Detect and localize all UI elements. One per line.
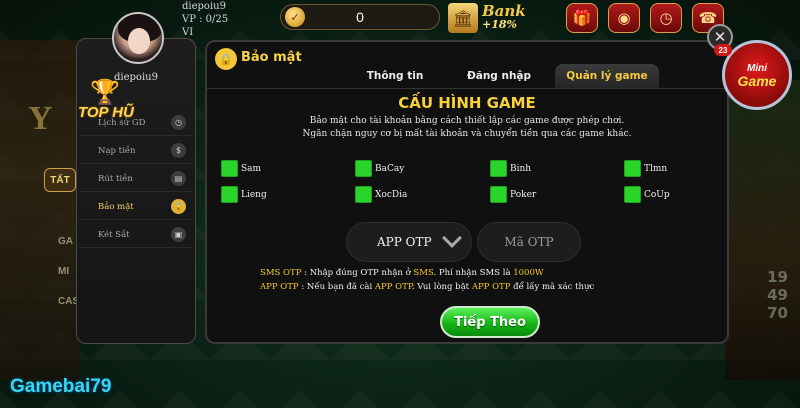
otp-input[interactable] — [477, 222, 581, 262]
sidebar-item-history[interactable]: Lịch sử GD ◷ — [80, 110, 192, 136]
note-app-prefix: APP OTP — [260, 282, 299, 292]
sidebar-item-label: Rút tiền — [98, 173, 133, 184]
bg-number-1: 19 — [767, 268, 788, 286]
background-logo-fragment: Y — [28, 100, 53, 137]
bank-button[interactable]: 🏛 Bank +18% — [448, 0, 558, 36]
otp-method-select[interactable]: APP OTP — [346, 222, 472, 262]
note-sms-prefix: SMS OTP — [260, 268, 302, 278]
checkbox[interactable] — [355, 160, 372, 177]
checkbox[interactable] — [624, 160, 641, 177]
lock-icon: 🔒 — [215, 48, 237, 70]
security-panel: 🔒 Bảo mật Thông tin Đăng nhập Quản lý ga… — [205, 40, 729, 344]
game-checkbox-coup[interactable]: CoUp — [624, 186, 670, 203]
trophy-icon: 🏆 — [90, 78, 120, 106]
history-clock-icon[interactable]: ◷ — [650, 3, 682, 33]
note-sms-text2: . Phí nhận SMS là — [433, 268, 514, 278]
panel-title: Bảo mật — [241, 50, 302, 65]
gift-icon[interactable]: 🎁 — [566, 3, 598, 33]
sidebar-item-label: Két Sắt — [98, 229, 130, 240]
bg-label-mi: MI — [58, 266, 70, 277]
game-label: Poker — [510, 189, 537, 200]
note-app-text: : Nếu bạn đã cài — [298, 282, 375, 292]
avatar-face — [128, 28, 150, 54]
bg-number-2: 49 — [767, 286, 788, 304]
right-decoration — [725, 80, 800, 380]
sidebar-item-label: Nạp tiền — [98, 145, 136, 156]
chevron-down-icon — [442, 228, 462, 248]
tab-divider — [207, 88, 727, 89]
coin-icon: ✓ — [285, 7, 305, 27]
note-app-text3: để lấy mã xác thực — [510, 282, 595, 292]
brand-watermark: Gamebai79 — [10, 376, 112, 397]
sidebar-item-withdraw[interactable]: Rút tiền ▤ — [80, 166, 192, 192]
tab-info[interactable]: Thông tin — [347, 64, 443, 88]
game-checkbox-sam[interactable]: Sam — [221, 160, 261, 177]
coin-balance[interactable]: ✓ 0 — [280, 4, 440, 30]
checkbox[interactable] — [490, 160, 507, 177]
game-checkbox-bacay[interactable]: BaCay — [355, 160, 404, 177]
game-checkbox-poker[interactable]: Poker — [490, 186, 536, 203]
game-label: Tlmn — [644, 163, 668, 174]
app-otp-note: APP OTP : Nếu bạn đã cài APP OTP. Vui lò… — [260, 282, 594, 292]
sidebar-item-label: Bảo mật — [98, 201, 134, 212]
bg-label-ga: GA — [58, 236, 73, 247]
game-label: Lieng — [241, 189, 267, 200]
camera-icon[interactable]: ◉ — [608, 3, 640, 33]
game-checkbox-binh[interactable]: Binh — [490, 160, 531, 177]
tab-game-management[interactable]: Quản lý game — [555, 64, 659, 88]
mini-game-button[interactable]: Mini Game — [722, 40, 792, 110]
sidebar-item-deposit[interactable]: Nạp tiền $ — [80, 138, 192, 164]
filter-all-button[interactable]: TẤT — [44, 168, 76, 192]
game-checkbox-lieng[interactable]: Lieng — [221, 186, 267, 203]
note-app-text2: . Vui lòng bật — [411, 282, 472, 292]
history-icon: ◷ — [171, 115, 186, 130]
note-app-highlight: APP OTP — [374, 282, 412, 292]
checkbox[interactable] — [221, 160, 238, 177]
tab-login[interactable]: Đăng nhập — [451, 64, 547, 88]
top-username: diepoiu9 — [182, 1, 226, 12]
withdraw-icon: ▤ — [171, 171, 186, 186]
checkbox[interactable] — [221, 186, 238, 203]
checkbox[interactable] — [490, 186, 507, 203]
mini-game-label-bottom: Game — [737, 73, 777, 89]
game-label: BaCay — [375, 163, 405, 174]
sidebar-item-security[interactable]: Bảo mật 🔒 — [80, 194, 192, 220]
safe-icon: ▣ — [171, 227, 186, 242]
sidebar-item-label: Lịch sử GD — [98, 117, 146, 128]
checkbox[interactable] — [355, 186, 372, 203]
deposit-icon: $ — [171, 143, 186, 158]
coin-value: 0 — [356, 9, 364, 25]
sidebar-item-safe[interactable]: Két Sắt ▣ — [80, 222, 192, 248]
game-checkbox-xocdia[interactable]: XocDia — [355, 186, 407, 203]
top-vp: VP : 0/25 — [182, 14, 229, 25]
bg-number-3: 70 — [767, 304, 788, 322]
game-label: XocDia — [375, 189, 408, 200]
note-sms-highlight: SMS — [413, 268, 434, 278]
game-label: CoUp — [644, 189, 670, 200]
game-label: Binh — [510, 163, 532, 174]
left-decoration — [0, 40, 80, 380]
otp-method-value: APP OTP — [377, 235, 432, 249]
config-description-1: Bảo mật cho tài khoản bằng cách thiết lậ… — [309, 116, 625, 126]
avatar[interactable] — [112, 12, 164, 64]
note-sms-text: : Nhập đúng OTP nhận ở — [301, 268, 414, 278]
bank-icon: 🏛 — [448, 3, 478, 33]
sms-otp-note: SMS OTP : Nhập đúng OTP nhận ở SMS. Phí … — [260, 268, 544, 278]
note-sms-fee: 1000W — [513, 268, 544, 278]
game-label: Sam — [241, 163, 262, 174]
continue-button[interactable]: Tiếp Theo — [440, 306, 540, 338]
config-title: CẤU HÌNH GAME — [398, 94, 536, 112]
tab-bar: Thông tin Đăng nhập Quản lý game — [347, 64, 659, 88]
checkbox[interactable] — [624, 186, 641, 203]
lock-icon: 🔒 — [171, 199, 186, 214]
notification-badge: 23 — [714, 44, 732, 56]
note-app-highlight-2: APP OTP — [471, 282, 511, 292]
bank-label: Bank +18% — [482, 4, 526, 32]
config-description-2: Ngăn chặn nguy cơ bị mất tài khoản và ch… — [302, 129, 632, 139]
top-vip: VI — [182, 27, 194, 38]
top-user-info: diepoiu9 VP : 0/25 VI — [182, 0, 228, 39]
game-checkbox-tlmn[interactable]: Tlmn — [624, 160, 667, 177]
bank-rate: +18% — [482, 18, 517, 31]
